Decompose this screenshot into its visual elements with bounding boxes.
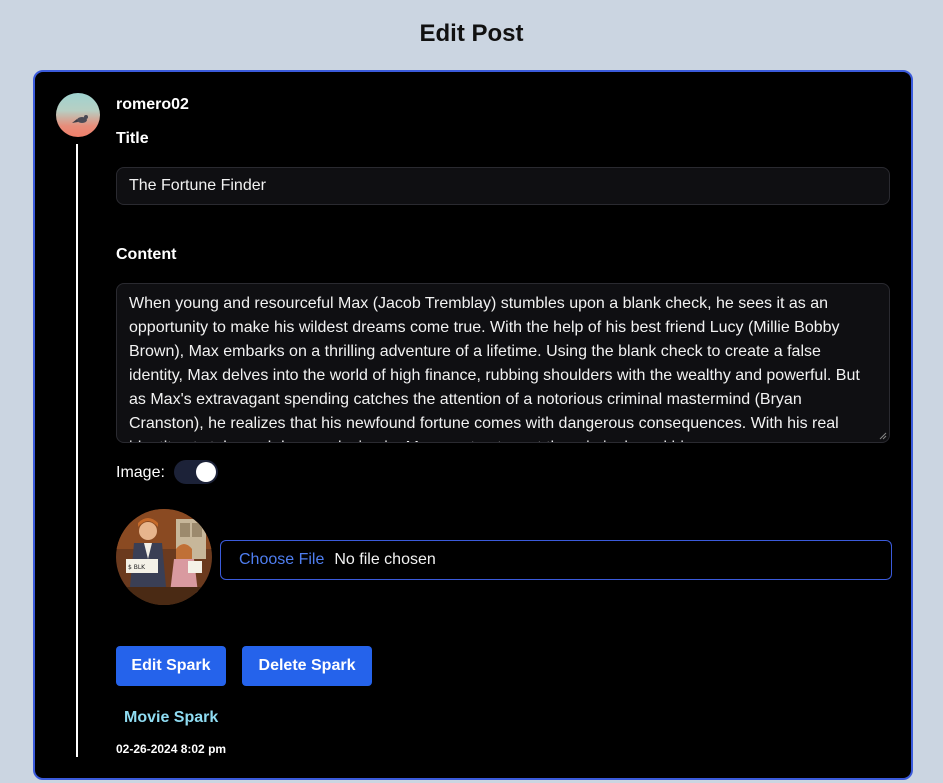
svg-text:$ BLK: $ BLK bbox=[128, 564, 146, 571]
image-toggle-label: Image: bbox=[116, 464, 165, 481]
thread-line bbox=[76, 144, 78, 757]
title-label: Title bbox=[116, 130, 149, 147]
image-toggle[interactable] bbox=[174, 460, 218, 484]
edit-spark-button[interactable]: Edit Spark bbox=[116, 646, 226, 686]
page-title: Edit Post bbox=[419, 20, 524, 47]
delete-spark-button[interactable]: Delete Spark bbox=[242, 646, 372, 686]
avatar[interactable] bbox=[56, 93, 100, 137]
content-label: Content bbox=[116, 246, 177, 263]
file-input[interactable]: Choose File No file chosen bbox=[220, 540, 892, 580]
timestamp: 02-26-2024 8:02 pm bbox=[116, 742, 227, 756]
username[interactable]: romero02 bbox=[116, 96, 189, 114]
resize-grip-icon[interactable] bbox=[879, 432, 887, 440]
post-image: $ BLK bbox=[116, 509, 212, 605]
toggle-knob bbox=[196, 462, 216, 482]
category-tag[interactable]: Movie Spark bbox=[124, 709, 218, 727]
title-input[interactable]: The Fortune Finder bbox=[116, 167, 890, 205]
content-textarea[interactable]: When young and resourceful Max (Jacob Tr… bbox=[116, 283, 890, 443]
content-text: When young and resourceful Max (Jacob Tr… bbox=[129, 295, 860, 442]
file-status: No file chosen bbox=[334, 551, 436, 568]
title-input-value: The Fortune Finder bbox=[129, 177, 266, 194]
post-card: romero02 Title The Fortune Finder Conten… bbox=[33, 70, 913, 780]
choose-file-button[interactable]: Choose File bbox=[239, 551, 324, 569]
